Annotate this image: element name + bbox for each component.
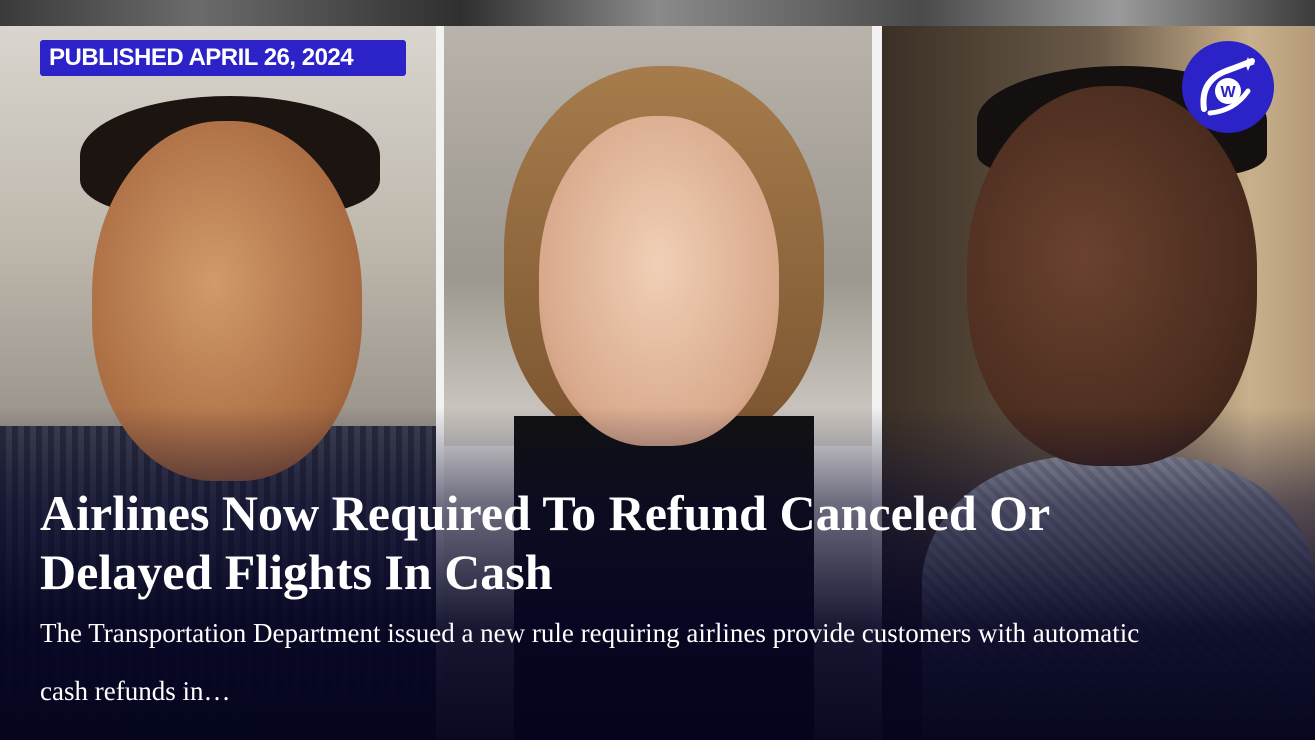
logo-letter: W: [1220, 84, 1236, 101]
published-date-badge: PUBLISHED APRIL 26, 2024: [40, 40, 406, 76]
article-summary: The Transportation Department issued a n…: [40, 618, 1140, 706]
article-card[interactable]: PUBLISHED APRIL 26, 2024 W Airlines Now …: [0, 0, 1315, 740]
article-headline[interactable]: Airlines Now Required To Refund Canceled…: [40, 484, 1190, 602]
site-logo[interactable]: W: [1182, 41, 1274, 133]
published-date-label: PUBLISHED APRIL 26, 2024: [49, 44, 354, 71]
comet-logo-icon: W: [1200, 57, 1255, 116]
